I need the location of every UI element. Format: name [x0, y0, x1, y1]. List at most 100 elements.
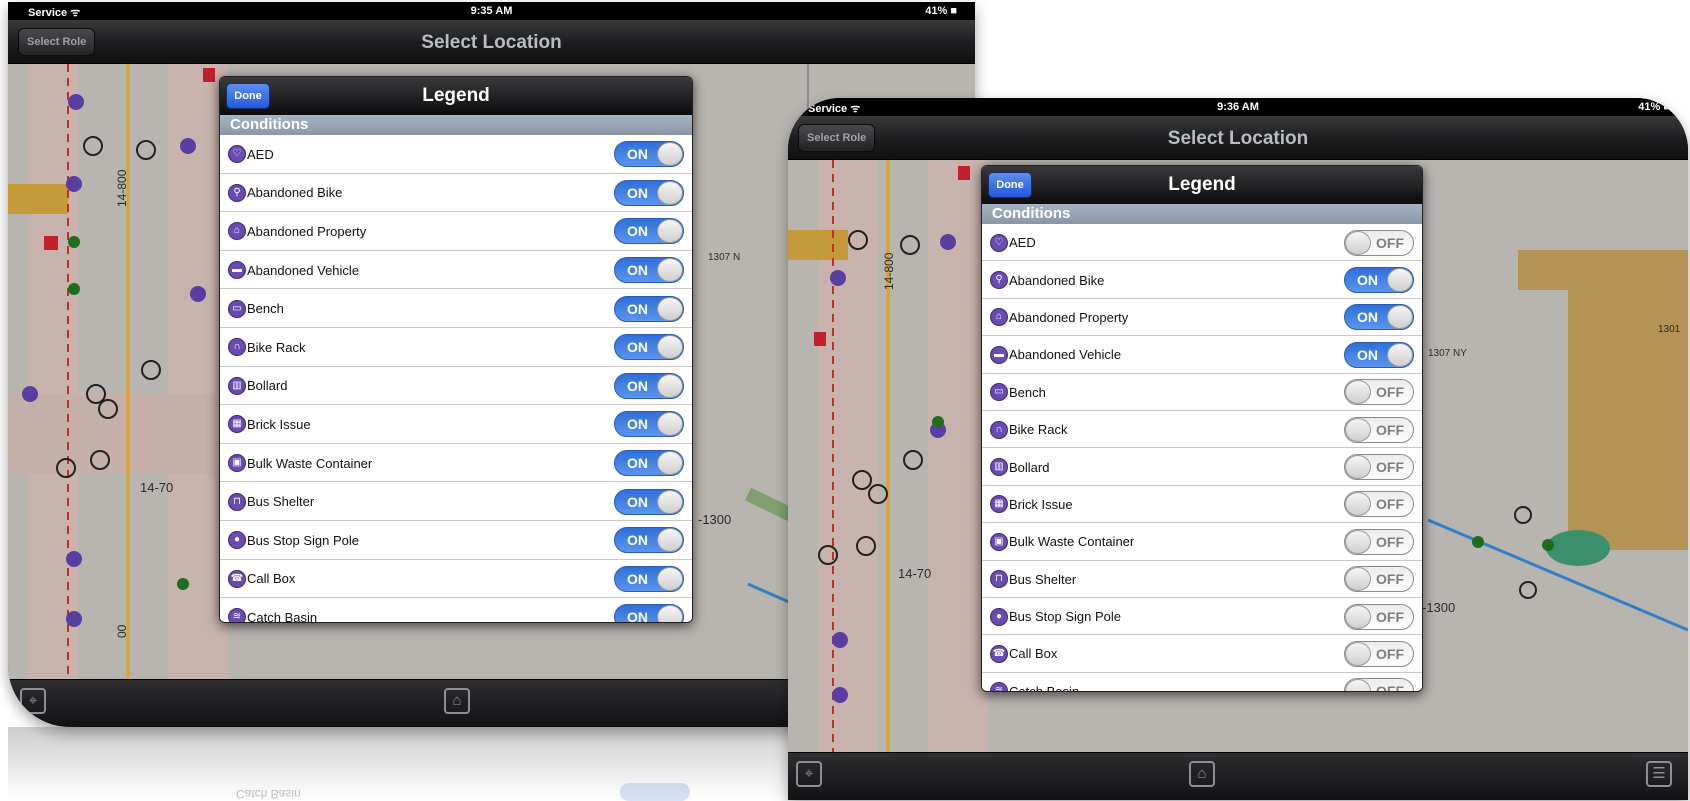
legend-title: Legend	[422, 85, 490, 106]
locate-icon[interactable]: ⌖	[796, 761, 822, 787]
toggle-switch[interactable]: ON	[614, 604, 684, 622]
toggle-switch[interactable]: OFF	[1344, 379, 1414, 406]
home-icon[interactable]: ⌂	[1189, 761, 1215, 787]
toggle-switch[interactable]: ON	[614, 257, 684, 284]
toggle-switch[interactable]: OFF	[1344, 454, 1414, 481]
toggle-knob[interactable]	[657, 605, 683, 622]
legend-item-label: AED	[247, 146, 274, 162]
legend-row: ⚲ Abandoned Bike ON	[220, 173, 692, 213]
toggle-switch[interactable]: ON	[1344, 267, 1414, 294]
building-area	[1518, 250, 1658, 290]
toggle-switch[interactable]: OFF	[1344, 229, 1414, 256]
toggle-switch[interactable]: ON	[614, 527, 684, 554]
toggle-knob[interactable]	[1345, 679, 1371, 691]
bike-rack-icon: ∩	[990, 420, 1008, 439]
map-street-label: 00	[115, 624, 129, 638]
legend-item-label: Bus Shelter	[247, 494, 315, 510]
toggle-switch[interactable]: OFF	[1344, 416, 1414, 443]
toggle-switch[interactable]: ON	[614, 141, 684, 168]
toggle-knob[interactable]	[1387, 268, 1413, 293]
legend-row: ● Bus Stop Sign Pole ON	[220, 520, 692, 560]
legend-row: ▣ Bulk Waste Container ON	[220, 443, 692, 483]
toggle-switch[interactable]: ON	[1344, 341, 1414, 368]
catch-basin-icon: ≋	[228, 608, 246, 622]
toggle-state-label: OFF	[1376, 234, 1404, 251]
toggle-knob[interactable]	[657, 566, 683, 591]
toggle-knob[interactable]	[657, 412, 683, 437]
legend-list[interactable]: ♡ AED OFF ⚲ Abandoned Bike ON ⌂ Abandoned Prope…	[982, 224, 1422, 691]
legend-item-label: Abandoned Vehicle	[247, 262, 360, 278]
legend-item-label: Bike Rack	[1009, 422, 1068, 438]
legend-item-label: Abandoned Bike	[1009, 272, 1105, 288]
toggle-switch[interactable]: OFF	[1344, 678, 1414, 691]
legend-item-label: Bulk Waste Container	[1009, 534, 1135, 550]
list-icon[interactable]: ☰	[1646, 761, 1672, 787]
toggle-switch[interactable]: OFF	[1344, 603, 1414, 630]
legend-title: Legend	[1168, 174, 1236, 195]
toggle-knob[interactable]	[657, 335, 683, 360]
legend-item-label: Bus Stop Sign Pole	[247, 532, 360, 548]
toggle-switch[interactable]: ON	[614, 372, 684, 399]
toggle-switch[interactable]: ON	[614, 179, 684, 206]
toggle-knob[interactable]	[657, 180, 683, 205]
toggle-knob[interactable]	[1345, 567, 1371, 592]
toggle-knob[interactable]	[657, 489, 683, 514]
toggle-switch[interactable]: ON	[614, 411, 684, 438]
toggle-knob[interactable]	[1345, 604, 1371, 629]
toggle-switch[interactable]: OFF	[1344, 491, 1414, 518]
heart-icon: ♡	[228, 145, 246, 164]
map-street-label: 14-800	[882, 252, 896, 290]
legend-row: ≋Catch Basin OFF	[982, 672, 1422, 691]
toggle-knob[interactable]	[657, 373, 683, 398]
bike-icon: ⚲	[228, 183, 246, 202]
legend-item-label: Abandoned Vehicle	[1009, 347, 1122, 363]
toggle-state-label: ON	[627, 455, 648, 472]
legend-row: ⊓ Bus Shelter OFF	[982, 560, 1422, 598]
toggle-switch[interactable]: ON	[614, 218, 684, 245]
toggle-knob[interactable]	[1387, 305, 1413, 330]
locate-icon[interactable]: ⌖	[20, 688, 46, 714]
legend-row: ▭ Bench OFF	[982, 373, 1422, 411]
home-icon[interactable]: ⌂	[444, 688, 470, 714]
bus-shelter-icon: ⊓	[228, 492, 246, 511]
toggle-switch[interactable]: OFF	[1344, 640, 1414, 667]
toggle-switch[interactable]: OFF	[1344, 566, 1414, 593]
toggle-knob[interactable]	[1345, 380, 1371, 405]
legend-row: ∩ Bike Rack ON	[220, 327, 692, 367]
toggle-switch[interactable]: ON	[1344, 304, 1414, 331]
toggle-knob[interactable]	[1345, 455, 1371, 480]
toggle-switch[interactable]: ON	[614, 450, 684, 477]
toggle-knob[interactable]	[1345, 641, 1371, 666]
toggle-knob[interactable]	[1345, 492, 1371, 517]
bench-icon: ▭	[228, 299, 246, 318]
toggle-knob[interactable]	[657, 219, 683, 244]
toggle-switch[interactable]: ON	[614, 565, 684, 592]
legend-popover: Done Legend Conditions ♡ AED OFF ⚲ Abandoned…	[981, 165, 1423, 692]
toggle-knob[interactable]	[657, 258, 683, 283]
building-area	[8, 184, 68, 214]
legend-item-label: Brick Issue	[1009, 496, 1073, 512]
toggle-switch[interactable]: ON	[614, 334, 684, 361]
legend-item-label: Bus Stop Sign Pole	[1009, 609, 1122, 625]
page-title: Select Location	[1167, 128, 1309, 149]
legend-item-label: Catch Basin	[247, 609, 318, 622]
toggle-knob[interactable]	[1345, 529, 1371, 554]
toggle-knob[interactable]	[657, 296, 683, 321]
legend-row: ⊓ Bus Shelter ON	[220, 482, 692, 521]
toggle-switch[interactable]: ON	[614, 488, 684, 515]
toggle-knob[interactable]	[1345, 230, 1371, 255]
toggle-knob[interactable]	[1387, 342, 1413, 367]
bike-rack-icon: ∩	[228, 338, 246, 357]
toggle-knob[interactable]	[657, 451, 683, 476]
toggle-knob[interactable]	[657, 142, 683, 167]
reflection-toggle	[620, 783, 690, 801]
toggle-switch[interactable]: ON	[614, 295, 684, 322]
legend-row: ▦ Brick Issue ON	[220, 405, 692, 444]
toggle-knob[interactable]	[657, 528, 683, 553]
legend-row: ▬ Abandoned Vehicle ON	[982, 336, 1422, 374]
toggle-switch[interactable]: OFF	[1344, 528, 1414, 555]
legend-list[interactable]: ♡ AED ON ⚲ Abandoned Bike ON ⌂ Abandoned Proper…	[220, 135, 692, 622]
bollard-icon: ▥	[990, 458, 1008, 477]
toggle-knob[interactable]	[1345, 417, 1371, 442]
legend-item-label: Abandoned Bike	[247, 185, 343, 201]
